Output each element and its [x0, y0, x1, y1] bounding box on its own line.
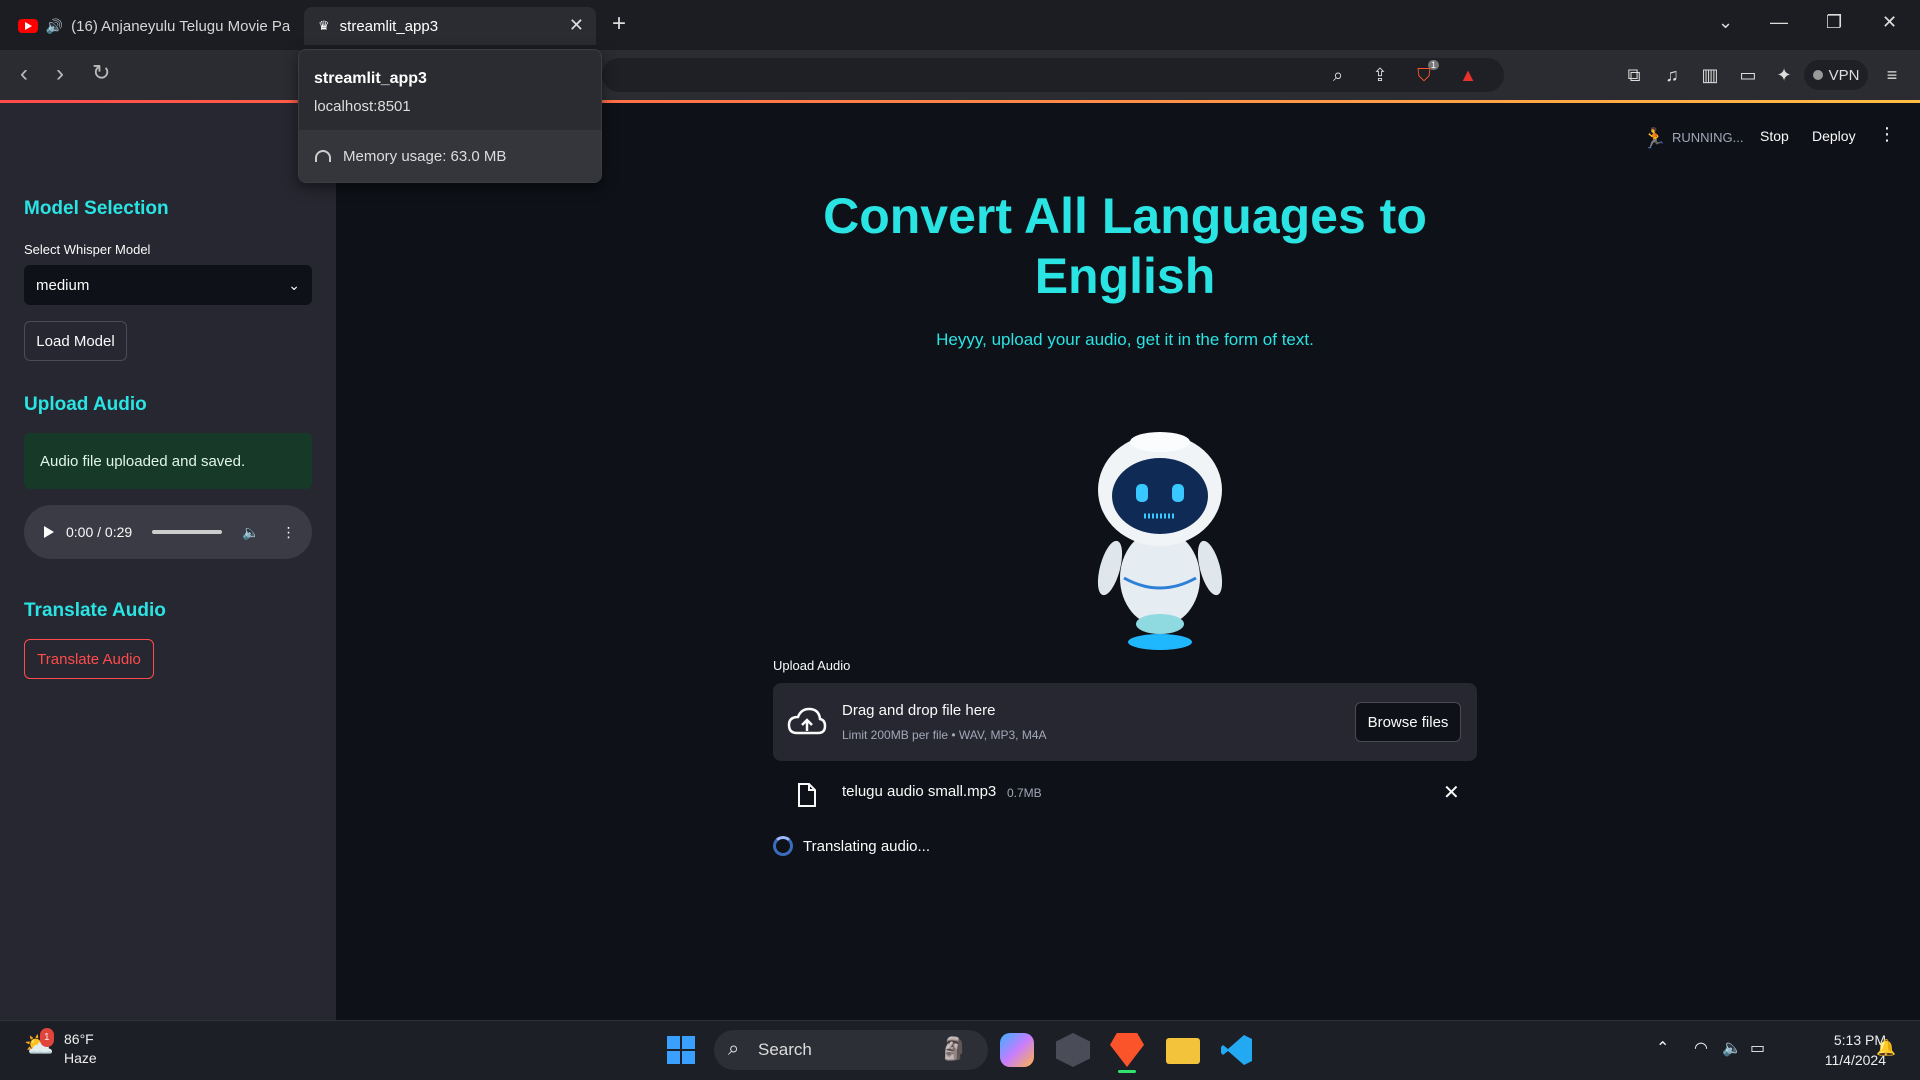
browse-files-button[interactable]: Browse files — [1355, 702, 1461, 742]
start-button[interactable] — [664, 1033, 698, 1067]
translate-audio-button[interactable]: Translate Audio — [24, 639, 154, 679]
translating-spinner: Translating audio... — [773, 836, 930, 856]
dropzone-title: Drag and drop file here — [842, 702, 996, 719]
search-highlight-icon: 🗿 — [940, 1036, 968, 1061]
dropzone-limit: Limit 200MB per file • WAV, MP3, M4A — [842, 728, 1047, 742]
success-alert: Audio file uploaded and saved. — [24, 433, 312, 489]
upload-audio-label: Upload Audio — [773, 658, 851, 673]
new-tab-icon[interactable]: + — [612, 10, 626, 38]
youtube-icon — [18, 19, 38, 33]
extensions-icon[interactable]: ⧉ — [1622, 63, 1646, 87]
weather-temp: 86°F — [64, 1031, 94, 1047]
tab-hover-card: streamlit_app3 localhost:8501 Memory usa… — [298, 49, 602, 183]
media-icon[interactable]: ♫ — [1660, 63, 1684, 87]
upload-audio-heading: Upload Audio — [24, 394, 147, 415]
back-icon[interactable]: ‹ — [20, 60, 28, 88]
taskbar-clock[interactable]: 5:13 PM 11/4/2024 — [1790, 1030, 1886, 1070]
app-sidebar — [0, 103, 336, 1020]
running-status: RUNNING... — [1672, 130, 1744, 145]
weather-desc: Haze — [64, 1050, 97, 1066]
weather-widget[interactable]: ⛅ 1 86°F Haze — [24, 1028, 97, 1068]
file-name: telugu audio small.mp3 — [842, 783, 997, 800]
robot-illustration — [1097, 432, 1223, 650]
select-model-label: Select Whisper Model — [24, 242, 151, 257]
clock-date: 11/4/2024 — [1824, 1052, 1886, 1068]
cloud-upload-icon — [787, 707, 827, 735]
sidebar-toggle-icon[interactable]: ▥ — [1698, 63, 1722, 87]
restore-icon[interactable]: ❐ — [1826, 12, 1842, 33]
reload-icon[interactable]: ↻ — [92, 60, 110, 86]
select-value: medium — [36, 276, 90, 294]
tray-chevron-up-icon[interactable]: ⌃ — [1656, 1038, 1669, 1058]
vpn-label: VPN — [1828, 66, 1860, 84]
spinner-text: Translating audio... — [803, 837, 931, 855]
notification-bell-icon[interactable]: 🔔 — [1876, 1038, 1896, 1058]
load-model-button[interactable]: Load Model — [24, 321, 127, 361]
clock-time: 5:13 PM — [1833, 1032, 1886, 1048]
file-size: 0.7MB — [1007, 786, 1042, 800]
file-explorer-icon[interactable] — [1166, 1038, 1200, 1064]
zoom-icon[interactable]: ⌕ — [1326, 63, 1350, 87]
remove-file-icon[interactable]: ✕ — [1443, 780, 1460, 805]
audio-time: 0:00 / 0:29 — [66, 524, 133, 540]
streamlit-crown-icon: ♛ — [318, 18, 330, 33]
windows-icon — [667, 1036, 695, 1064]
page-title: Convert All Languages to English — [823, 188, 1427, 304]
audio-progress-slider[interactable] — [152, 530, 223, 534]
page-subtitle: Heyyy, upload your audio, get it in the … — [936, 330, 1314, 349]
translate-audio-heading: Translate Audio — [24, 600, 166, 621]
file-icon — [798, 783, 816, 807]
copilot-icon[interactable] — [1000, 1033, 1034, 1067]
play-icon[interactable] — [44, 526, 54, 538]
whisper-model-select[interactable]: medium ⌄ — [24, 265, 312, 305]
tab-label: streamlit_app3 — [339, 17, 439, 35]
tab-label: (16) Anjaneyulu Telugu Movie Pa — [71, 17, 290, 35]
search-icon: ⌕ — [728, 1038, 740, 1060]
wifi-icon[interactable]: ◠ — [1694, 1038, 1708, 1058]
volume-icon[interactable]: 🔈 — [242, 524, 259, 541]
vpn-status-icon — [1812, 70, 1823, 80]
file-dropzone[interactable]: Drag and drop file here Limit 200MB per … — [773, 683, 1477, 761]
vpn-button[interactable]: VPN — [1804, 60, 1868, 90]
menu-icon[interactable]: ≡ — [1880, 63, 1904, 87]
volume-icon[interactable]: 🔈 — [1722, 1038, 1742, 1058]
search-placeholder: Search — [758, 1040, 812, 1059]
tab-search-chevron-icon[interactable]: ⌄ — [1718, 12, 1733, 33]
close-tab-icon[interactable]: ✕ — [569, 15, 584, 36]
stop-button[interactable]: Stop — [1760, 128, 1789, 144]
deploy-button[interactable]: Deploy — [1812, 128, 1856, 144]
vscode-icon[interactable] — [1220, 1033, 1254, 1067]
tab-streamlit[interactable]: ♛ streamlit_app3 ✕ — [304, 7, 596, 45]
uploaded-file-row: telugu audio small.mp3 0.7MB ✕ — [773, 778, 1477, 810]
spinner-icon — [773, 836, 793, 856]
memory-gauge-icon — [315, 150, 331, 162]
forward-icon[interactable]: › — [56, 60, 64, 88]
memory-usage-text: Memory usage: 63.0 MB — [343, 147, 507, 165]
wallet-icon[interactable]: ▭ — [1736, 63, 1760, 87]
weather-badge: 1 — [40, 1028, 54, 1047]
hover-card-memory: Memory usage: 63.0 MB — [299, 130, 601, 182]
shields-badge: 1 — [1428, 60, 1440, 70]
share-icon[interactable]: ⇪ — [1368, 63, 1392, 87]
model-selection-heading: Model Selection — [24, 198, 169, 219]
browser-tab-strip: 🔊 (16) Anjaneyulu Telugu Movie Pa ♛ stre… — [0, 0, 1920, 50]
leo-ai-icon[interactable]: ✦ — [1772, 63, 1796, 87]
minimize-icon[interactable]: — — [1770, 12, 1788, 33]
speaker-icon[interactable]: 🔊 — [46, 18, 63, 35]
taskbar-search[interactable]: ⌕ Search 🗿 — [714, 1030, 988, 1070]
hover-card-title: streamlit_app3 — [314, 70, 427, 87]
hover-card-host: localhost:8501 — [314, 98, 411, 115]
tab-youtube[interactable]: 🔊 (16) Anjaneyulu Telugu Movie Pa — [10, 7, 290, 45]
active-app-indicator — [1118, 1070, 1136, 1073]
chevron-down-icon: ⌄ — [288, 276, 300, 293]
brave-rewards-icon[interactable]: ▲ — [1456, 63, 1480, 87]
close-window-icon[interactable]: ✕ — [1882, 12, 1897, 33]
battery-icon[interactable]: ▭ — [1750, 1038, 1765, 1058]
audio-player[interactable]: 0:00 / 0:29 🔈 ⋮ — [24, 505, 312, 559]
more-options-icon[interactable]: ⋮ — [282, 524, 296, 541]
running-man-icon: 🏃 — [1642, 128, 1667, 150]
app-menu-icon[interactable]: ⋮ — [1878, 124, 1896, 145]
